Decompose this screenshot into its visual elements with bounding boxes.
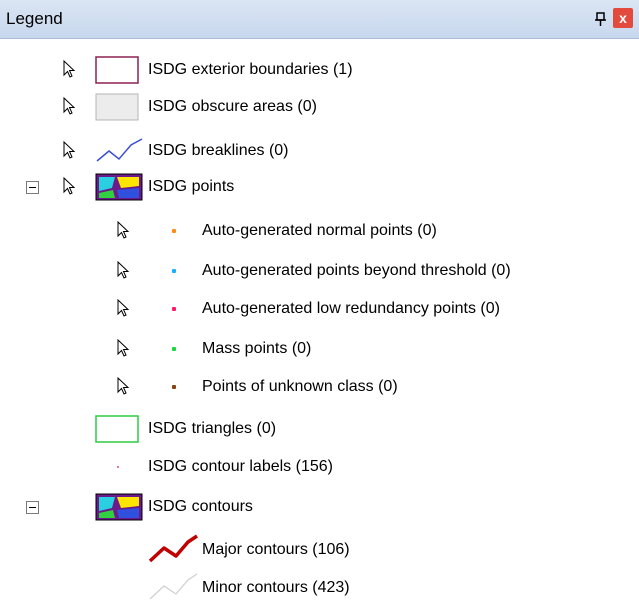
legend-item-breaklines[interactable]: ISDG breaklines (0) bbox=[0, 136, 639, 166]
arrow-cursor-icon[interactable] bbox=[116, 376, 132, 397]
collapse-toggle-icon[interactable] bbox=[26, 501, 39, 514]
legend-item-label: Auto-generated low redundancy points (0) bbox=[202, 300, 500, 317]
line-swatch-icon bbox=[148, 534, 198, 563]
arrow-cursor-icon[interactable] bbox=[116, 298, 132, 319]
legend-item-label: ISDG breaklines (0) bbox=[148, 142, 289, 159]
legend-item-label: ISDG obscure areas (0) bbox=[148, 98, 317, 115]
polygon-swatch-icon bbox=[95, 415, 139, 443]
legend-item-contour-labels[interactable]: ISDG contour labels (156) bbox=[0, 452, 639, 482]
legend-item-normal-points[interactable]: Auto-generated normal points (0) bbox=[0, 216, 639, 246]
pin-icon[interactable] bbox=[592, 9, 610, 29]
legend-item-triangles[interactable]: ISDG triangles (0) bbox=[0, 414, 639, 444]
label-point-symbol-icon bbox=[117, 466, 119, 468]
arrow-cursor-icon[interactable] bbox=[62, 140, 78, 161]
legend-item-obscure-areas[interactable]: ISDG obscure areas (0) bbox=[0, 92, 639, 122]
legend-item-beyond-threshold-points[interactable]: Auto-generated points beyond threshold (… bbox=[0, 256, 639, 286]
arrow-cursor-icon[interactable] bbox=[62, 176, 78, 197]
legend-group-isdg-contours[interactable]: ISDG contours bbox=[0, 492, 639, 522]
legend-item-unknown-class-points[interactable]: Points of unknown class (0) bbox=[0, 372, 639, 402]
legend-item-label: Points of unknown class (0) bbox=[202, 378, 398, 395]
legend-item-major-contours[interactable]: Major contours (106) bbox=[0, 534, 639, 564]
legend-item-label: Major contours (106) bbox=[202, 541, 350, 558]
legend-item-low-redundancy-points[interactable]: Auto-generated low redundancy points (0) bbox=[0, 294, 639, 324]
panel-title: Legend bbox=[6, 9, 63, 28]
arrow-cursor-icon[interactable] bbox=[116, 220, 132, 241]
line-swatch-icon bbox=[149, 573, 198, 600]
legend-title-bar: Legend x bbox=[0, 0, 639, 39]
legend-group-label: ISDG contours bbox=[148, 498, 253, 515]
collapse-toggle-icon[interactable] bbox=[26, 181, 39, 194]
legend-item-label: Auto-generated points beyond threshold (… bbox=[202, 262, 511, 279]
legend-item-label: ISDG triangles (0) bbox=[148, 420, 277, 437]
point-symbol-icon bbox=[172, 269, 176, 273]
legend-item-exterior-boundaries[interactable]: ISDG exterior boundaries (1) bbox=[0, 55, 639, 85]
legend-item-mass-points[interactable]: Mass points (0) bbox=[0, 334, 639, 364]
point-symbol-icon bbox=[172, 307, 176, 311]
legend-item-minor-contours[interactable]: Minor contours (423) bbox=[0, 572, 639, 602]
point-symbol-icon bbox=[172, 385, 176, 389]
polygon-swatch-icon bbox=[95, 56, 139, 84]
legend-item-label: Minor contours (423) bbox=[202, 579, 350, 596]
arrow-cursor-icon[interactable] bbox=[116, 338, 132, 359]
legend-group-label: ISDG points bbox=[148, 178, 235, 195]
point-symbol-icon bbox=[172, 347, 176, 351]
legend-item-label: ISDG contour labels (156) bbox=[148, 458, 333, 475]
arrow-cursor-icon[interactable] bbox=[116, 260, 132, 281]
polygon-swatch-icon bbox=[95, 93, 139, 121]
close-icon[interactable]: x bbox=[613, 8, 633, 28]
legend-item-label: Auto-generated normal points (0) bbox=[202, 222, 437, 239]
point-symbol-icon bbox=[172, 229, 176, 233]
group-layer-icon bbox=[95, 493, 143, 521]
legend-item-label: Mass points (0) bbox=[202, 340, 312, 357]
arrow-cursor-icon[interactable] bbox=[62, 96, 78, 117]
line-swatch-icon bbox=[96, 138, 143, 162]
arrow-cursor-icon[interactable] bbox=[62, 59, 78, 80]
legend-group-isdg-points[interactable]: ISDG points bbox=[0, 172, 639, 202]
group-layer-icon bbox=[95, 173, 143, 201]
legend-item-label: ISDG exterior boundaries (1) bbox=[148, 61, 353, 78]
